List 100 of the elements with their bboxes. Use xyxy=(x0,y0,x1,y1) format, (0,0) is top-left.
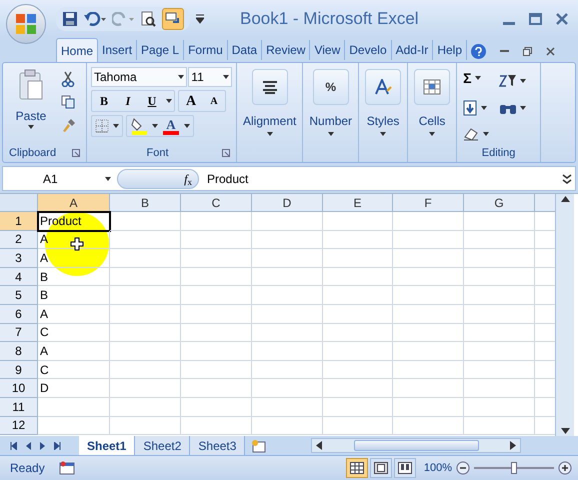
close-icon[interactable] xyxy=(546,47,555,56)
column-header[interactable]: B xyxy=(110,194,181,212)
row-header[interactable]: 8 xyxy=(0,342,38,361)
row-header[interactable]: 3 xyxy=(0,249,38,268)
zoom-level[interactable]: 100% xyxy=(424,460,452,476)
last-sheet-icon[interactable] xyxy=(54,442,61,450)
insert-sheet-icon[interactable] xyxy=(251,438,268,452)
font-size-dropdown[interactable]: 11 xyxy=(188,67,232,87)
dialog-launcher-icon[interactable] xyxy=(222,149,230,157)
sheet-tab[interactable]: Sheet2 xyxy=(135,436,190,455)
save-icon[interactable] xyxy=(62,10,78,26)
row-header[interactable]: 10 xyxy=(0,379,38,398)
column-header[interactable]: A xyxy=(38,194,110,212)
comment-button[interactable] xyxy=(162,8,184,30)
view-button[interactable] xyxy=(394,458,416,478)
vertical-scrollbar[interactable] xyxy=(555,194,574,436)
ribbon-tab[interactable]: Page L xyxy=(137,40,184,60)
table-cell xyxy=(464,379,535,398)
row-header[interactable]: 12 xyxy=(0,416,38,436)
table-cell xyxy=(110,416,181,436)
maximize-icon[interactable] xyxy=(529,12,542,24)
office-button[interactable] xyxy=(6,4,46,44)
fill-color-icon[interactable] xyxy=(130,117,148,135)
row-header[interactable]: 1 xyxy=(0,212,38,231)
table-cell xyxy=(252,230,323,250)
table-cell xyxy=(323,324,393,342)
dialog-launcher-icon[interactable] xyxy=(72,149,80,157)
macro-record-icon[interactable] xyxy=(58,461,75,475)
minimize-icon[interactable] xyxy=(500,50,509,53)
first-sheet-icon[interactable] xyxy=(10,442,17,450)
table-cell xyxy=(323,230,393,250)
fill-down-icon[interactable] xyxy=(463,100,478,116)
format-painter-icon[interactable] xyxy=(61,117,77,133)
dropdown-caret-icon xyxy=(475,76,482,80)
row-header[interactable]: 9 xyxy=(0,360,38,380)
bold-button[interactable]: B xyxy=(92,91,116,111)
view-button[interactable] xyxy=(370,458,392,478)
next-sheet-icon[interactable] xyxy=(40,442,45,450)
help-icon[interactable] xyxy=(471,44,486,59)
row-header[interactable]: 6 xyxy=(0,304,38,324)
borders-button[interactable] xyxy=(91,115,123,137)
sheet-tab[interactable]: Sheet3 xyxy=(190,436,246,455)
ribbon-tab[interactable]: Review xyxy=(262,40,310,60)
font-name-dropdown[interactable]: Tahoma xyxy=(91,67,188,87)
ribbon-tab[interactable]: Add-Ir xyxy=(392,40,434,60)
table-cell xyxy=(110,230,181,250)
column-header[interactable]: D xyxy=(252,194,323,212)
scroll-down-icon[interactable] xyxy=(560,428,570,434)
close-icon[interactable] xyxy=(556,12,568,24)
copy-icon[interactable] xyxy=(61,95,75,109)
horizontal-scrollbar[interactable] xyxy=(311,438,522,453)
table-cell xyxy=(464,304,535,324)
ribbon-tab[interactable]: Develo xyxy=(345,40,392,60)
row-header[interactable]: 7 xyxy=(0,324,38,342)
scissors-icon[interactable] xyxy=(61,71,75,87)
scroll-up-icon[interactable] xyxy=(560,196,570,202)
ribbon-group-button[interactable]: % Number xyxy=(309,69,352,136)
table-cell xyxy=(110,360,181,380)
column-header[interactable]: G xyxy=(464,194,535,212)
ribbon-tab[interactable]: Formu xyxy=(184,40,228,60)
ribbon-tab[interactable]: Help xyxy=(433,40,467,60)
column-header[interactable]: F xyxy=(393,194,464,212)
sort-filter-icon[interactable] xyxy=(498,73,517,90)
ribbon-tab[interactable]: Data xyxy=(228,40,262,60)
grow-font-button[interactable]: A xyxy=(179,91,203,111)
ribbon-tab[interactable]: Home xyxy=(56,38,98,62)
customize-toolbar-icon[interactable] xyxy=(196,14,204,24)
undo-icon[interactable] xyxy=(84,12,106,26)
row-header[interactable]: 2 xyxy=(0,230,38,250)
ribbon-tab[interactable]: View xyxy=(310,40,346,60)
zoom-out-icon[interactable] xyxy=(456,461,470,475)
table-cell xyxy=(323,360,393,380)
row-header[interactable]: 5 xyxy=(0,286,38,305)
table-cell: C xyxy=(38,324,110,342)
column-header[interactable]: E xyxy=(323,194,393,212)
print-preview-icon[interactable] xyxy=(140,10,156,26)
ribbon-group-button[interactable]: Alignment xyxy=(243,69,296,136)
view-button[interactable] xyxy=(346,458,368,478)
ribbon-tab[interactable]: Insert xyxy=(98,40,138,60)
previous-sheet-icon[interactable] xyxy=(26,442,31,450)
table-cell xyxy=(464,268,535,286)
eraser-icon[interactable] xyxy=(463,126,480,141)
restore-icon[interactable] xyxy=(523,47,532,56)
paste-button[interactable]: Paste xyxy=(9,69,53,144)
italic-button[interactable]: I xyxy=(116,91,140,111)
shrink-font-button[interactable]: A xyxy=(203,91,225,111)
zoom-in-icon[interactable] xyxy=(558,461,572,475)
table-cell xyxy=(323,398,393,417)
autosum-button[interactable]: Σ xyxy=(463,69,499,87)
scroll-left-icon[interactable] xyxy=(316,441,322,450)
column-header[interactable]: C xyxy=(181,194,252,212)
row-header[interactable]: 4 xyxy=(0,268,38,286)
table-cell xyxy=(464,249,535,268)
zoom-slider-thumb[interactable] xyxy=(511,462,517,474)
scroll-right-icon[interactable] xyxy=(510,441,516,450)
underline-button[interactable]: U xyxy=(140,91,164,111)
sheet-tab[interactable]: Sheet1 xyxy=(79,436,136,455)
row-header[interactable]: 11 xyxy=(0,398,38,417)
dropdown-caret-icon xyxy=(481,106,488,110)
scrollbar-thumb[interactable] xyxy=(354,440,479,451)
